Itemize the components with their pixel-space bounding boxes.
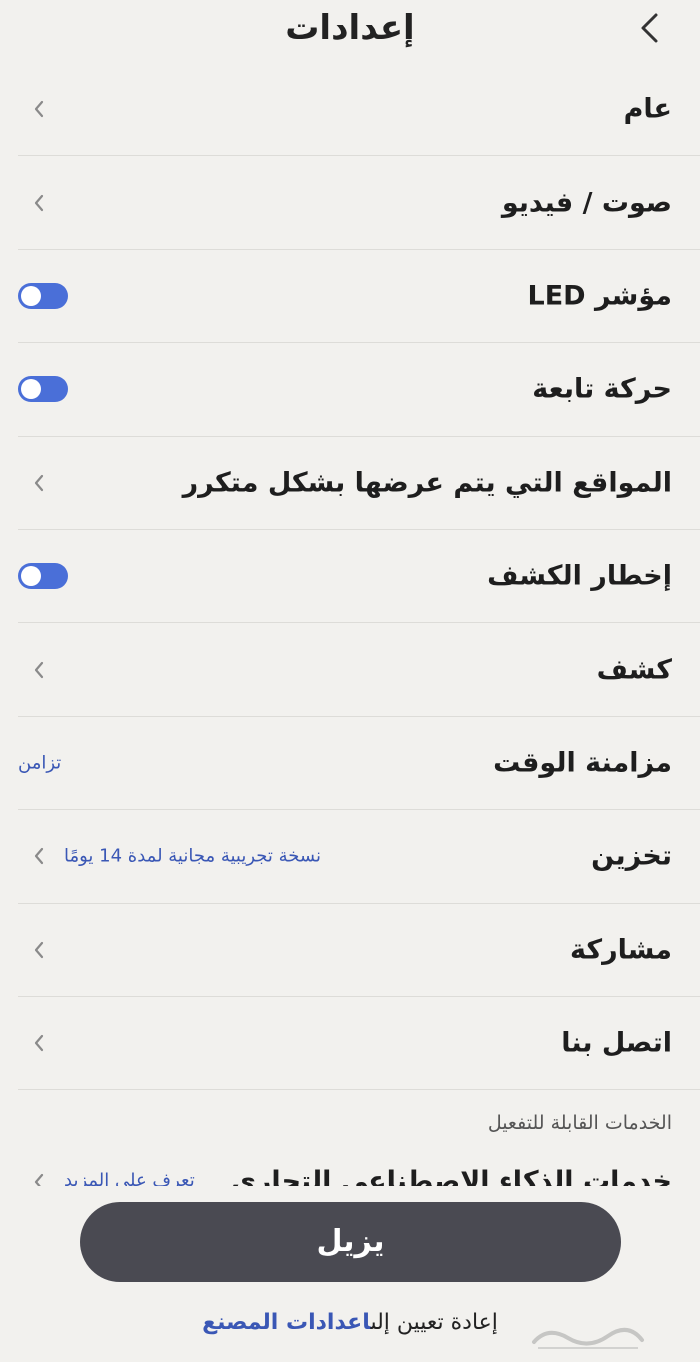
chevron-left-icon: [34, 941, 44, 958]
settings-item-label: مؤشر LED: [527, 280, 672, 312]
settings-item-audio-video[interactable]: صوت / فيديو: [18, 156, 700, 250]
settings-item-label: صوت / فيديو: [501, 187, 672, 219]
settings-item-motion-tracking: حركة تابعة: [18, 343, 700, 437]
learn-more-link[interactable]: تعرف على المزيد: [64, 1170, 195, 1186]
chevron-left-icon[interactable]: [636, 12, 664, 44]
settings-list: عام صوت / فيديو مؤشر LED حركة تابعة المو…: [0, 63, 700, 1091]
settings-item-label: مزامنة الوقت: [493, 747, 672, 779]
detection-alert-toggle[interactable]: [18, 563, 68, 590]
chevron-left-icon: [34, 101, 44, 118]
reset-prefix: إعادة تعيين إلى: [370, 1310, 498, 1335]
settings-item-label: إخطار الكشف: [487, 560, 672, 592]
settings-item-contact-us[interactable]: اتصل بنا: [18, 997, 700, 1091]
settings-item-general[interactable]: عام: [18, 63, 700, 157]
settings-item-label: اتصل بنا: [561, 1027, 672, 1059]
toggle-knob: [21, 379, 41, 400]
chevron-left-icon: [34, 848, 44, 865]
services-section-label: الخدمات القابلة للتفعيل: [487, 1112, 672, 1134]
toggle-knob: [21, 566, 41, 587]
settings-item-label: المواقع التي يتم عرضها بشكل متكرر: [182, 467, 672, 499]
settings-item-label: خدمات الذكاء الاصطناعي التجاري: [231, 1166, 672, 1186]
settings-item-time-sync: مزامنة الوقت تزامن: [18, 717, 700, 811]
chevron-left-icon: [34, 474, 44, 491]
settings-item-led-indicator: مؤشر LED: [18, 250, 700, 344]
chevron-left-icon: [34, 661, 44, 678]
chevron-left-icon: [34, 194, 44, 211]
led-indicator-toggle[interactable]: [18, 282, 68, 309]
settings-item-label: عام: [623, 93, 672, 125]
header: إعدادات: [0, 0, 700, 60]
settings-item-storage[interactable]: تخزين نسخة تجريبية مجانية لمدة 14 يومًا: [18, 810, 700, 904]
settings-item-detection-alert: إخطار الكشف: [18, 530, 700, 624]
settings-item-label: كشف: [596, 654, 672, 686]
settings-item-frequent-locations[interactable]: المواقع التي يتم عرضها بشكل متكرر: [18, 437, 700, 530]
storage-trial-value: نسخة تجريبية مجانية لمدة 14 يومًا: [64, 845, 321, 867]
sync-link[interactable]: تزامن: [18, 752, 61, 773]
settings-item-detection[interactable]: كشف: [18, 623, 700, 717]
watermark-logo: [532, 1328, 644, 1349]
motion-tracking-toggle[interactable]: [18, 376, 68, 403]
toggle-knob: [21, 285, 41, 306]
remove-button[interactable]: يزيل: [80, 1202, 621, 1282]
settings-item-label: مشاركة: [570, 934, 672, 966]
factory-reset-link[interactable]: اعدادات المصنع: [202, 1310, 370, 1335]
chevron-left-icon: [34, 1173, 44, 1186]
settings-item-label: تخزين: [591, 840, 672, 872]
settings-item-label: حركة تابعة: [532, 373, 672, 405]
page-title: إعدادات: [285, 8, 415, 48]
settings-item-ai-services[interactable]: خدمات الذكاء الاصطناعي التجاري تعرف على …: [0, 1160, 700, 1186]
chevron-left-icon: [34, 1034, 44, 1052]
settings-item-share[interactable]: مشاركة: [18, 904, 700, 997]
